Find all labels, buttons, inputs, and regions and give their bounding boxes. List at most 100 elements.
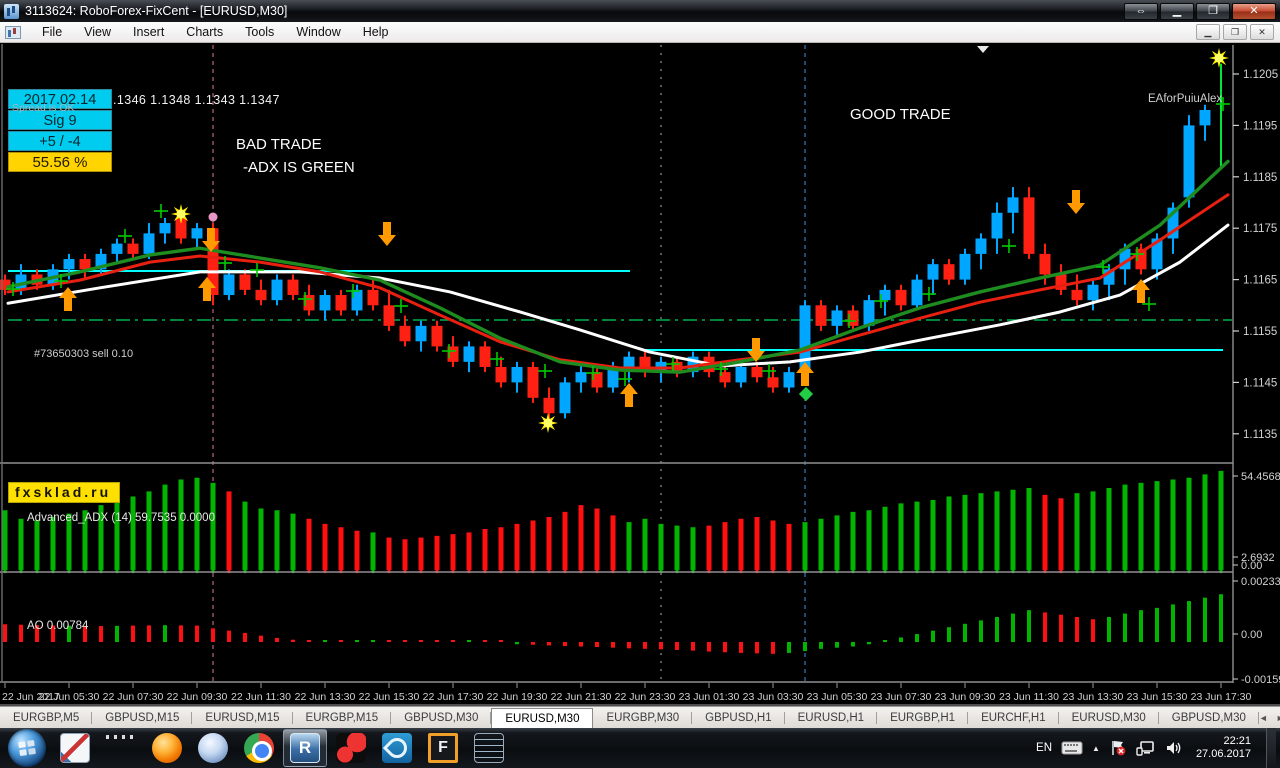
menu-tools[interactable]: Tools	[234, 23, 285, 41]
movie-maker-icon	[106, 733, 136, 763]
taskbar-notepad-icon[interactable]	[467, 729, 511, 767]
tab-eurusd-h1[interactable]: EURUSD,H1	[785, 707, 878, 728]
language-indicator[interactable]: EN	[1036, 742, 1052, 754]
svg-text:1.1205: 1.1205	[1243, 69, 1278, 81]
tab-eurusd-m30[interactable]: EURUSD,M30	[1059, 707, 1159, 728]
show-hidden-icons-arrow[interactable]: ▲	[1092, 744, 1100, 753]
tab-eurgbp-h1[interactable]: EURGBP,H1	[877, 707, 969, 728]
svg-text:23 Jun 13:30: 23 Jun 13:30	[1063, 691, 1124, 703]
menu-view[interactable]: View	[73, 23, 122, 41]
taskbar-metatrader-roboforex-icon[interactable]: R	[283, 729, 327, 767]
tabs-scroll-left[interactable]: ◄	[1259, 713, 1268, 723]
tab-eurusd-m30[interactable]: EURUSD,M30	[491, 708, 594, 728]
show-desktop-button[interactable]	[1266, 728, 1276, 768]
price-axis: 1.1205 1.1195 1.1185 1.1175 1.1165 1.1155 1.11…	[1233, 69, 1278, 441]
annotation-bad-trade: BAD TRADE	[236, 136, 322, 153]
time-axis: 22 Jun 201722 Jun 05:30 22 Jun 07:30 22 Ju…	[2, 683, 1252, 703]
menu-charts[interactable]: Charts	[175, 23, 234, 41]
tray-date: 27.06.2017	[1195, 748, 1251, 760]
quick-switch-button[interactable]: ⇔	[1124, 2, 1158, 20]
keyboard-icon[interactable]	[1061, 741, 1083, 755]
volume-icon[interactable]	[1165, 740, 1183, 756]
ohlc-quote: .1346 1.1348 1.1343 1.1347	[113, 93, 280, 107]
spread-status: Spread is OK	[12, 102, 75, 114]
annotation-good-trade: GOOD TRADE	[850, 106, 951, 123]
tab-gbpusd-h1[interactable]: GBPUSD,H1	[692, 707, 786, 728]
child-close-button[interactable]: ✕	[1250, 24, 1274, 40]
taskbar-paint-icon[interactable]	[53, 729, 97, 767]
child-minimize-button[interactable]: ▁	[1196, 24, 1220, 40]
svg-text:23 Jun 01:30: 23 Jun 01:30	[679, 691, 740, 703]
svg-text:1.1165: 1.1165	[1243, 275, 1277, 287]
menu-bar: File View Insert Charts Tools Window Help ▁ ❐ …	[0, 22, 1280, 43]
taskbar-blue-app-icon[interactable]	[375, 729, 419, 767]
signal-score: +5 / -4	[8, 131, 112, 151]
child-restore-button[interactable]: ❐	[1223, 24, 1247, 40]
adx-indicator-label: Advanced_ADX (14) 59.7535 0.0000	[27, 512, 215, 524]
network-icon[interactable]	[1136, 740, 1156, 756]
tab-gbpusd-m30[interactable]: GBPUSD,M30	[391, 707, 492, 728]
svg-text:0.00233: 0.00233	[1241, 576, 1280, 588]
chart-tabs-bar: EURGBP,M5 GBPUSD,M15 EURUSD,M15 EURGBP,M15 G…	[0, 706, 1280, 728]
taskbar-trading-app-icon[interactable]	[329, 729, 373, 767]
close-button[interactable]: ✕	[1232, 2, 1276, 20]
browser-sphere-icon	[198, 733, 228, 763]
signal-info-panel: 2017.02.14 Spread is OK Sig 9 +5 / -4 55…	[8, 89, 112, 173]
svg-text:23 Jun 09:30: 23 Jun 09:30	[935, 691, 996, 703]
tab-eurgbp-m15[interactable]: EURGBP,M15	[293, 707, 392, 728]
svg-text:0.00: 0.00	[1241, 560, 1262, 572]
chart-canvas[interactable]: 1.1205 1.1195 1.1185 1.1175 1.1165 1.1155 1.11…	[0, 43, 1280, 706]
svg-text:23 Jun 11:30: 23 Jun 11:30	[999, 691, 1059, 703]
menu-window[interactable]: Window	[285, 23, 351, 41]
tab-gbpusd-m15[interactable]: GBPUSD,M15	[92, 707, 193, 728]
svg-text:22 Jun 19:30: 22 Jun 19:30	[487, 691, 548, 703]
svg-text:1.1145: 1.1145	[1243, 377, 1277, 389]
ao-histogram	[3, 594, 1223, 654]
menu-help[interactable]: Help	[352, 23, 400, 41]
chart-window-icon	[5, 25, 21, 39]
minimize-button[interactable]: ▁	[1160, 2, 1194, 20]
tab-eurgbp-m30[interactable]: EURGBP,M30	[593, 707, 692, 728]
clock[interactable]: 22:21 27.06.2017	[1196, 735, 1251, 761]
metatrader-roboforex-icon: R	[290, 733, 320, 763]
svg-text:1.1155: 1.1155	[1243, 326, 1277, 338]
taskbar-chrome-icon[interactable]	[237, 729, 281, 767]
svg-text:23 Jun 03:30: 23 Jun 03:30	[743, 691, 804, 703]
blue-app-icon	[382, 733, 412, 763]
trading-app-icon	[336, 733, 366, 763]
svg-text:1.1175: 1.1175	[1243, 223, 1277, 235]
taskbar-browser-sphere-icon[interactable]	[191, 729, 235, 767]
tab-gbpusd-m30[interactable]: GBPUSD,M30	[1159, 707, 1260, 728]
tabs-scroll-right[interactable]: ►	[1276, 713, 1280, 723]
notepad-icon	[474, 733, 504, 763]
taskbar: RF EN ▲ 22:21 27.06.2017	[0, 728, 1280, 768]
svg-text:23 Jun 15:30: 23 Jun 15:30	[1127, 691, 1188, 703]
restore-button[interactable]: ❐	[1196, 2, 1230, 20]
taskbar-firefox-icon[interactable]	[145, 729, 189, 767]
chart-area[interactable]: 1.1205 1.1195 1.1185 1.1175 1.1165 1.1155 1.11…	[0, 43, 1280, 706]
app-icon	[4, 3, 19, 19]
watermark-label: fxsklad.ru	[8, 482, 121, 503]
system-tray: EN ▲ 22:21 27.06.2017	[1036, 728, 1280, 768]
annotation-adx-green: -ADX IS GREEN	[243, 159, 355, 176]
svg-text:23 Jun 05:30: 23 Jun 05:30	[807, 691, 868, 703]
svg-text:22 Jun 11:30: 22 Jun 11:30	[231, 691, 291, 703]
tab-eurgbp-m5[interactable]: EURGBP,M5	[0, 707, 93, 728]
taskbar-movie-maker-icon[interactable]	[99, 729, 143, 767]
svg-text:22 Jun 23:30: 22 Jun 23:30	[615, 691, 676, 703]
tab-eurusd-m15[interactable]: EURUSD,M15	[192, 707, 293, 728]
horizontal-levels	[8, 270, 1232, 351]
svg-text:23 Jun 07:30: 23 Jun 07:30	[871, 691, 932, 703]
svg-text:22 Jun 07:30: 22 Jun 07:30	[103, 691, 164, 703]
svg-text:-0.00159: -0.00159	[1241, 674, 1280, 686]
start-button[interactable]	[8, 729, 46, 767]
menu-file[interactable]: File	[31, 23, 73, 41]
action-center-flag-icon[interactable]	[1109, 740, 1127, 756]
svg-text:22 Jun 13:30: 22 Jun 13:30	[295, 691, 356, 703]
taskbar-forex-f-app-icon[interactable]: F	[421, 729, 465, 767]
desktop: 3113624: RoboForex-FixCent - [EURUSD,M30…	[0, 0, 1280, 768]
title-bar: 3113624: RoboForex-FixCent - [EURUSD,M30…	[0, 0, 1280, 22]
menu-insert[interactable]: Insert	[122, 23, 175, 41]
tab-eurchf-h1[interactable]: EURCHF,H1	[968, 707, 1059, 728]
svg-text:1.1135: 1.1135	[1243, 429, 1277, 441]
